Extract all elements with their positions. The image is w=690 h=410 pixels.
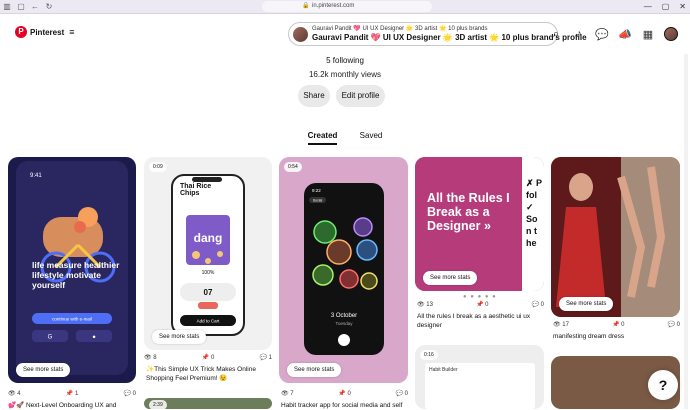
saves-count: 📌 0 <box>338 391 351 397</box>
video-duration: 0:09 <box>149 162 167 172</box>
snack-pct: 100% <box>202 270 215 276</box>
minimize-icon[interactable]: — <box>644 0 652 14</box>
see-more-stats-button[interactable]: See more stats <box>16 363 71 377</box>
video-duration: 2:39 <box>149 400 167 409</box>
maximize-icon[interactable]: ▢ <box>662 0 670 14</box>
comments-count: 💬 1 <box>259 355 272 361</box>
sidebar-icon[interactable]: ▥ <box>0 0 14 14</box>
share-button[interactable]: Share <box>298 85 330 107</box>
views-count: 👁 13 <box>417 302 433 308</box>
see-more-stats-button[interactable]: See more stats <box>423 271 478 285</box>
messages-icon[interactable]: 💬 <box>595 28 609 41</box>
top-navbar: P Pinterest ≡ Gauravi Pandit 💖 UI UX Des… <box>0 14 690 54</box>
views-count: 👁 7 <box>281 391 294 397</box>
see-more-stats-button[interactable]: See more stats <box>559 297 614 311</box>
profile-tabs: Created Saved <box>0 131 690 145</box>
pin-stats: 👁 17 📌 0 💬 0 <box>553 321 680 328</box>
svg-text:●: ● <box>92 335 96 341</box>
habit-time: 9:22 <box>312 188 321 193</box>
following-count[interactable]: 5 following <box>0 56 690 65</box>
brand-name: Pinterest <box>30 27 65 37</box>
monthly-views: 16.2k monthly views <box>308 70 382 79</box>
comments-count: 💬 0 <box>395 391 408 397</box>
megaphone-icon[interactable]: 📣 <box>618 28 632 41</box>
pin-title[interactable]: manifesting dream dress <box>553 332 680 341</box>
pin-title[interactable]: ✨This Simple UX Trick Makes Online Shopp… <box>146 365 270 383</box>
tab-saved[interactable]: Saved <box>360 131 383 140</box>
pin-card[interactable]: All the Rules I Break as a Designer » ✗ … <box>415 157 544 291</box>
profile-name-line: Gauravi Pandit 💖 UI UX Designer 🌟 3D art… <box>312 26 488 32</box>
svg-text:G: G <box>48 335 53 341</box>
bike-time: 9:41 <box>30 173 42 179</box>
saves-count: 📌 0 <box>476 302 489 308</box>
pin-card[interactable]: 9:41 continue with e-mail G ● life measu… <box>8 157 136 383</box>
close-icon[interactable]: ✕ <box>679 0 686 14</box>
pin-image <box>551 157 680 317</box>
add-to-cart-text: Add to Cart <box>197 319 221 324</box>
pin-image: 9:22 Social 3 October Tuesday <box>304 183 384 355</box>
habit-day: Tuesday <box>335 321 353 326</box>
pin-stats: 👁 7 📌 0 💬 0 <box>281 390 408 397</box>
saves-count: 📌 1 <box>65 391 79 397</box>
pin-stats: 👁 4 📌 1 💬 0 <box>8 390 136 397</box>
pin-card[interactable]: 9:22 Social 3 October Tuesday 0:54 See m… <box>279 157 408 383</box>
snack-qty: 07 <box>204 288 213 297</box>
edit-profile-button[interactable]: Edit profile <box>336 85 385 107</box>
lock-icon: 🔒 <box>302 3 310 9</box>
pin-card[interactable]: 2:39 <box>144 398 272 409</box>
menu-icon[interactable]: ≡ <box>69 27 74 37</box>
search-icon[interactable]: ⌕ <box>549 28 563 41</box>
habit-date: 3 October <box>331 313 357 319</box>
pinterest-logo[interactable]: P Pinterest ≡ <box>15 26 75 38</box>
saves-count: 📌 0 <box>612 322 625 328</box>
views-count: 👁 4 <box>8 391 21 397</box>
comments-count: 💬 0 <box>667 322 680 328</box>
profile-title-line: Gauravi Pandit 💖 UI UX Designer 🌟 3D art… <box>312 33 587 42</box>
snack-brand: Thai Rice Chips <box>180 183 212 197</box>
comments-count: 💬 0 <box>531 302 544 308</box>
see-more-stats-button[interactable]: See more stats <box>152 330 207 344</box>
carousel-dots[interactable]: ● ● ● ● ● <box>463 294 497 300</box>
tab-created[interactable]: Created <box>307 131 338 145</box>
bike-headline: life measure healthier lifestyle motivat… <box>32 260 120 290</box>
pin-stats: 👁 13 📌 0 💬 0 <box>417 301 544 308</box>
address-bar[interactable]: 🔒 in.pinterest.com <box>262 1 432 12</box>
pinterest-icon: P <box>15 26 27 38</box>
bell-icon[interactable]: ♪ <box>572 28 586 40</box>
snack-pack-text: dang <box>194 231 223 245</box>
pin-card[interactable]: dang 100% 07 Add to Cart Thai Rice Chips… <box>144 157 272 350</box>
pin-card[interactable]: See more stats <box>551 157 680 317</box>
scrollbar[interactable] <box>684 54 688 409</box>
pin-card[interactable]: Habit Builder 0:16 <box>415 345 544 409</box>
saves-count: 📌 0 <box>201 355 215 361</box>
see-more-stats-button[interactable]: See more stats <box>287 363 342 377</box>
help-button[interactable]: ? <box>648 370 678 400</box>
video-duration: 0:54 <box>284 162 302 172</box>
habit-tab-social: Social <box>313 199 323 203</box>
video-duration: 0:16 <box>420 350 438 360</box>
continue-email-text: continue with e-mail <box>52 317 92 322</box>
habit-builder-label: Habit Builder <box>429 367 458 373</box>
accounts-icon[interactable]: ▦ <box>641 28 655 41</box>
views-count: 👁 17 <box>553 322 569 328</box>
profile-search-pill[interactable]: Gauravi Pandit 💖 UI UX Designer 🌟 3D art… <box>288 22 587 46</box>
user-avatar-icon[interactable] <box>664 27 678 41</box>
tab-icon[interactable]: ▢ <box>14 0 28 14</box>
refresh-icon[interactable]: ↻ <box>42 0 56 14</box>
pin-stats: 👁 8 📌 0 💬 1 <box>144 354 272 361</box>
carousel-headline: All the Rules I Break as a Designer » <box>427 191 510 233</box>
avatar <box>293 27 308 42</box>
views-count: 👁 8 <box>144 355 157 361</box>
browser-toolbar: ▥ ▢ ← ↻ 🔒 in.pinterest.com — ▢ ✕ <box>0 0 690 14</box>
next-slide-text: ✗ P fol ✓ Son the <box>526 178 542 248</box>
pin-title[interactable]: All the rules I break as a aesthetic ui … <box>417 312 544 330</box>
url-text: in.pinterest.com <box>312 3 355 9</box>
comments-count: 💬 0 <box>123 391 136 397</box>
back-icon[interactable]: ← <box>28 0 42 14</box>
